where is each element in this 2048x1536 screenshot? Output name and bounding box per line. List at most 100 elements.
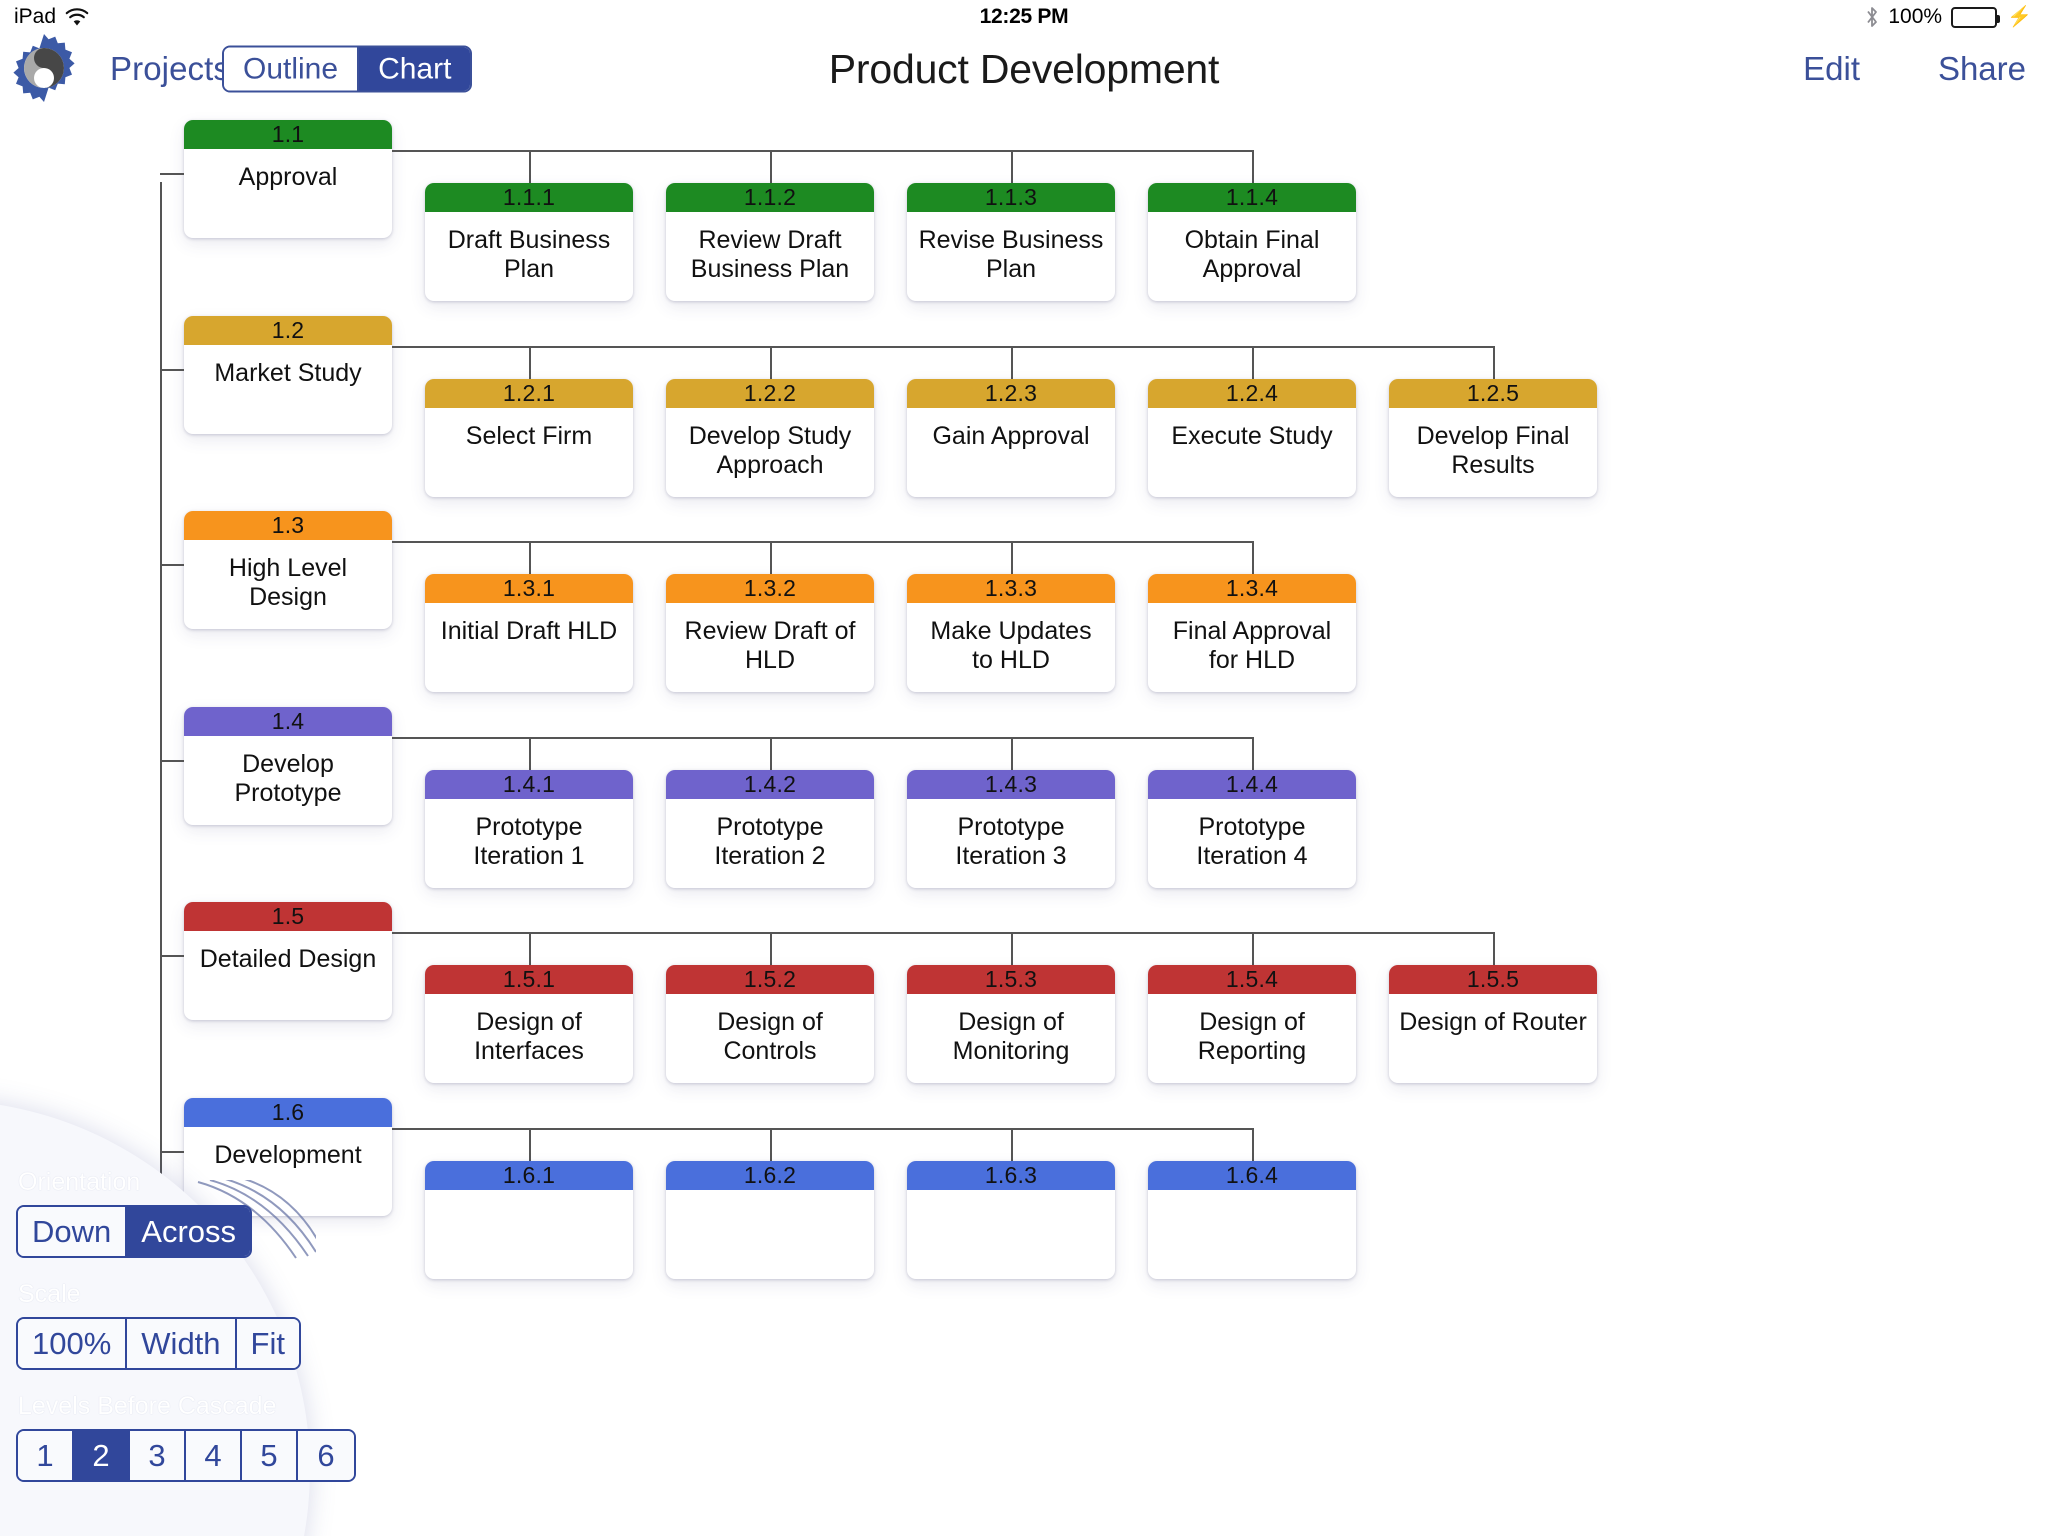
chart-node-1.3.3[interactable]: 1.3.3 Make Updates to HLD xyxy=(907,574,1115,692)
orientation-segmented-control[interactable]: Down Across xyxy=(16,1205,253,1258)
connector-line xyxy=(1011,737,1013,770)
connector-line xyxy=(1011,346,1013,379)
chart-node-1.4.3[interactable]: 1.4.3 Prototype Iteration 3 xyxy=(907,770,1115,888)
node-number: 1.6.2 xyxy=(666,1161,874,1190)
chart-node-1.1[interactable]: 1.1 Approval xyxy=(184,120,392,238)
edit-button[interactable]: Edit xyxy=(1803,50,1860,88)
connector-line xyxy=(1011,932,1013,965)
chart-node-1.5.1[interactable]: 1.5.1 Design of Interfaces xyxy=(425,965,633,1083)
node-title: Develop Study Approach xyxy=(688,422,852,479)
node-number: 1.4 xyxy=(184,707,392,736)
scale-option-width[interactable]: Width xyxy=(127,1319,237,1368)
node-number: 1.2.2 xyxy=(666,379,874,408)
node-title: High Level Design xyxy=(228,554,348,611)
scale-option-fit[interactable]: Fit xyxy=(236,1319,299,1368)
chart-node-1.5.2[interactable]: 1.5.2 Design of Controls xyxy=(666,965,874,1083)
chart-node-1.4.4[interactable]: 1.4.4 Prototype Iteration 4 xyxy=(1148,770,1356,888)
scale-segmented-control[interactable]: 100% Width Fit xyxy=(16,1317,301,1370)
chart-node-1.2.5[interactable]: 1.2.5 Develop Final Results xyxy=(1389,379,1597,497)
levels-option-6[interactable]: 6 xyxy=(298,1431,354,1480)
share-button[interactable]: Share xyxy=(1938,50,2026,88)
node-title: Draft Business Plan xyxy=(447,226,611,283)
chart-node-1.3[interactable]: 1.3 High Level Design xyxy=(184,511,392,629)
node-number: 1.2.3 xyxy=(907,379,1115,408)
ios-status-bar: iPad 12:25 PM 100% ⚡ xyxy=(0,0,2048,34)
chart-node-1.6.2[interactable]: 1.6.2 xyxy=(666,1161,874,1279)
node-number: 1.3.2 xyxy=(666,574,874,603)
chart-node-1.3.1[interactable]: 1.3.1 Initial Draft HLD xyxy=(425,574,633,692)
connector-line xyxy=(1011,150,1013,183)
node-title: Develop Prototype xyxy=(234,750,342,807)
bluetooth-icon xyxy=(1865,6,1879,28)
chart-node-1.1.1[interactable]: 1.1.1 Draft Business Plan xyxy=(425,183,633,301)
lightning-bolt-icon: ⚡ xyxy=(2007,6,2032,28)
node-number: 1.3 xyxy=(184,511,392,540)
chart-node-1.6.4[interactable]: 1.6.4 xyxy=(1148,1161,1356,1279)
connector-line xyxy=(160,564,184,566)
node-title xyxy=(907,1190,1115,1204)
node-title: Market Study xyxy=(214,359,362,387)
levels-segmented-control[interactable]: 1 2 3 4 5 6 xyxy=(16,1429,356,1482)
chart-node-1.4.2[interactable]: 1.4.2 Prototype Iteration 2 xyxy=(666,770,874,888)
chart-node-1.3.2[interactable]: 1.3.2 Review Draft of HLD xyxy=(666,574,874,692)
node-title: Obtain Final Approval xyxy=(1184,226,1320,283)
chart-node-1.2.1[interactable]: 1.2.1 Select Firm xyxy=(425,379,633,497)
status-bar-clock: 12:25 PM xyxy=(979,5,1069,28)
node-number: 1.2.5 xyxy=(1389,379,1597,408)
connector-line xyxy=(1011,541,1013,574)
chart-node-1.4.1[interactable]: 1.4.1 Prototype Iteration 1 xyxy=(425,770,633,888)
connector-line xyxy=(160,760,184,762)
chart-node-1.5.4[interactable]: 1.5.4 Design of Reporting xyxy=(1148,965,1356,1083)
node-number: 1.4.1 xyxy=(425,770,633,799)
chart-node-1.2[interactable]: 1.2 Market Study xyxy=(184,316,392,434)
app-root: iPad 12:25 PM 100% ⚡ Projects Outline Ch… xyxy=(0,0,2048,1536)
levels-option-5[interactable]: 5 xyxy=(242,1431,298,1480)
chart-node-1.2.4[interactable]: 1.2.4 Execute Study xyxy=(1148,379,1356,497)
node-number: 1.6.3 xyxy=(907,1161,1115,1190)
node-number: 1.5.1 xyxy=(425,965,633,994)
connector-line xyxy=(1011,1128,1013,1161)
node-number: 1.3.4 xyxy=(1148,574,1356,603)
chart-node-1.1.3[interactable]: 1.1.3 Revise Business Plan xyxy=(907,183,1115,301)
connector-line xyxy=(1493,932,1495,965)
node-title: Design of Interfaces xyxy=(474,1008,584,1065)
chart-node-1.6.1[interactable]: 1.6.1 xyxy=(425,1161,633,1279)
chart-node-1.4[interactable]: 1.4 Develop Prototype xyxy=(184,707,392,825)
chart-node-1.5.3[interactable]: 1.5.3 Design of Monitoring xyxy=(907,965,1115,1083)
chart-node-1.5[interactable]: 1.5 Detailed Design xyxy=(184,902,392,1020)
node-number: 1.1.3 xyxy=(907,183,1115,212)
connector-line xyxy=(529,346,531,379)
scale-group: Scale 100% Width Fit xyxy=(0,1280,400,1370)
orientation-group: Orientation Down Across xyxy=(0,1168,400,1258)
levels-option-2[interactable]: 2 xyxy=(74,1431,130,1480)
node-title xyxy=(425,1190,633,1204)
connector-line xyxy=(392,541,1252,543)
chart-node-1.2.2[interactable]: 1.2.2 Develop Study Approach xyxy=(666,379,874,497)
connector-line xyxy=(529,932,531,965)
connector-line xyxy=(392,932,1493,934)
orientation-option-across[interactable]: Across xyxy=(127,1207,251,1256)
chart-node-1.1.2[interactable]: 1.1.2 Review Draft Business Plan xyxy=(666,183,874,301)
scale-option-100[interactable]: 100% xyxy=(18,1319,128,1368)
connector-line xyxy=(770,1128,772,1161)
node-title: Prototype Iteration 3 xyxy=(955,813,1067,870)
node-number: 1.3.1 xyxy=(425,574,633,603)
chart-node-1.1.4[interactable]: 1.1.4 Obtain Final Approval xyxy=(1148,183,1356,301)
node-title: Revise Business Plan xyxy=(918,226,1104,283)
chart-node-1.3.4[interactable]: 1.3.4 Final Approval for HLD xyxy=(1148,574,1356,692)
chart-node-1.6.3[interactable]: 1.6.3 xyxy=(907,1161,1115,1279)
node-title: Final Approval for HLD xyxy=(1172,617,1332,674)
orientation-option-down[interactable]: Down xyxy=(18,1207,128,1256)
levels-option-1[interactable]: 1 xyxy=(18,1431,74,1480)
connector-line xyxy=(160,955,184,957)
levels-option-4[interactable]: 4 xyxy=(186,1431,242,1480)
connector-line xyxy=(770,346,772,379)
node-title: Review Draft Business Plan xyxy=(690,226,850,283)
status-bar-right: 100% ⚡ xyxy=(1865,5,2032,29)
chart-node-1.2.3[interactable]: 1.2.3 Gain Approval xyxy=(907,379,1115,497)
node-title xyxy=(666,1190,874,1204)
levels-option-3[interactable]: 3 xyxy=(130,1431,186,1480)
node-title: Detailed Design xyxy=(199,945,377,973)
connector-line xyxy=(1252,346,1254,379)
chart-node-1.5.5[interactable]: 1.5.5 Design of Router xyxy=(1389,965,1597,1083)
